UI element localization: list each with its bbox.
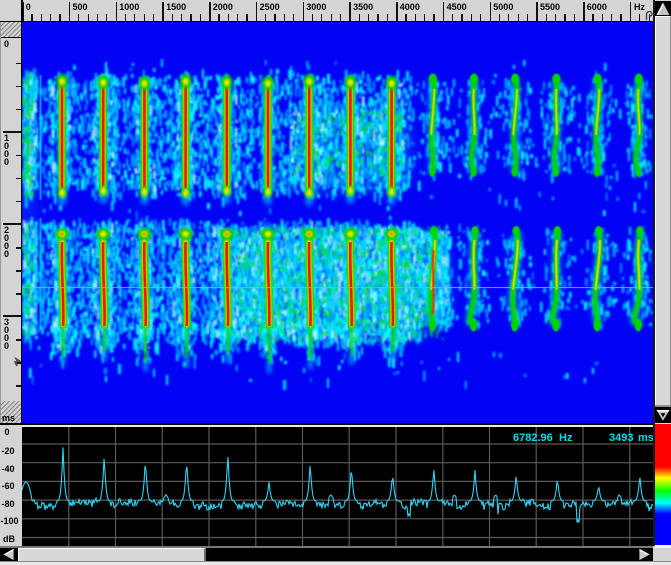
svg-text:3493: 3493 xyxy=(609,432,633,444)
svg-text:6782.96: 6782.96 xyxy=(513,432,553,444)
svg-text:Hz: Hz xyxy=(559,432,573,444)
svg-text:ms: ms xyxy=(638,432,654,444)
